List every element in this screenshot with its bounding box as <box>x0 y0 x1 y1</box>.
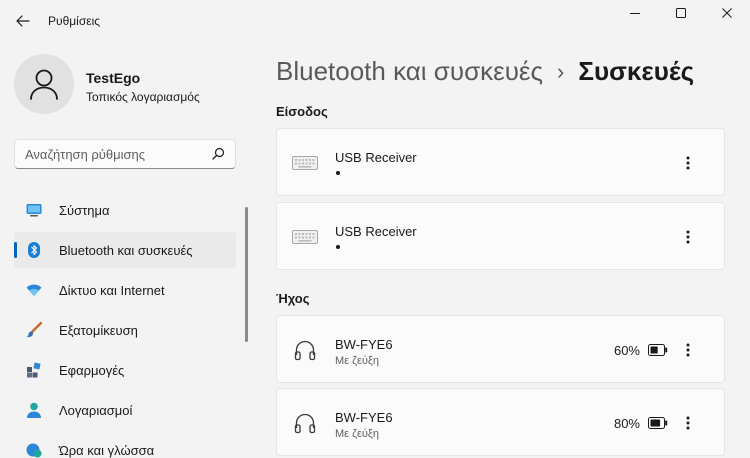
sidebar-item-label: Εφαρμογές <box>59 362 125 378</box>
breadcrumb: Bluetooth και συσκευές › Συσκευές <box>276 56 694 87</box>
sidebar-scrollbar[interactable] <box>245 207 248 342</box>
sidebar-item-accounts[interactable]: Λογαριασμοί <box>14 392 236 428</box>
title-bar: Ρυθμίσεις <box>0 0 750 44</box>
section-title-audio: Ήχος <box>276 291 310 306</box>
active-indicator <box>14 242 17 258</box>
more-options-button[interactable] <box>678 409 698 437</box>
breadcrumb-parent[interactable]: Bluetooth και συσκευές <box>276 56 543 87</box>
breadcrumb-separator: › <box>557 58 565 84</box>
status-dot <box>336 245 340 249</box>
headphones-icon <box>291 409 319 437</box>
close-icon <box>722 8 732 18</box>
more-icon <box>686 343 690 357</box>
battery-icon <box>648 342 668 358</box>
sidebar-item-label: Δίκτυο και Internet <box>59 282 165 298</box>
avatar[interactable] <box>14 54 74 114</box>
search-input[interactable] <box>15 140 205 168</box>
globe-clock-icon <box>26 442 42 458</box>
headphones-icon <box>291 336 319 364</box>
minimize-button[interactable] <box>612 0 658 26</box>
sidebar-item-label: Σύστημα <box>59 202 110 218</box>
more-icon <box>686 156 690 170</box>
sidebar-item-apps[interactable]: Εφαρμογές <box>14 352 236 388</box>
account-type: Τοπικός λογαριασμός <box>86 90 200 104</box>
sidebar-item-label: Εξατομίκευση <box>59 322 138 338</box>
sidebar-item-label: Bluetooth και συσκευές <box>59 242 193 258</box>
battery-percent: 80% <box>613 416 640 431</box>
sidebar-item-system[interactable]: Σύστημα <box>14 192 236 228</box>
device-name: USB Receiver <box>335 150 417 165</box>
sidebar-item-network[interactable]: Δίκτυο και Internet <box>14 272 236 308</box>
maximize-icon <box>676 8 686 18</box>
back-button[interactable] <box>10 8 36 34</box>
keyboard-icon <box>291 223 319 251</box>
device-name: BW-FYE6 <box>335 337 393 352</box>
more-options-button[interactable] <box>678 336 698 364</box>
page-title: Συσκευές <box>578 56 695 86</box>
close-button[interactable] <box>704 0 750 26</box>
battery-icon <box>648 415 668 431</box>
minimize-icon <box>630 13 640 14</box>
sidebar-item-label: Λογαριασμοί <box>59 402 133 418</box>
device-name: USB Receiver <box>335 224 417 239</box>
device-status: Με ζεύξη <box>335 355 379 367</box>
wifi-icon <box>26 282 42 298</box>
sidebar-item-bluetooth[interactable]: Bluetooth και συσκευές <box>14 232 236 268</box>
app-title: Ρυθμίσεις <box>48 14 101 28</box>
status-dot <box>336 171 340 175</box>
section-title-input: Είσοδος <box>276 104 328 119</box>
device-card[interactable]: BW-FYE6 Με ζεύξη 80% <box>276 388 725 456</box>
user-name: TestEgo <box>86 70 141 86</box>
more-icon <box>686 416 690 430</box>
device-name: BW-FYE6 <box>335 410 393 425</box>
sidebar-item-personalization[interactable]: Εξατομίκευση <box>14 312 236 348</box>
keyboard-icon <box>291 149 319 177</box>
bluetooth-icon <box>26 242 42 258</box>
search-icon <box>212 147 225 160</box>
more-icon <box>686 230 690 244</box>
system-icon <box>26 202 42 218</box>
more-options-button[interactable] <box>678 223 698 251</box>
sidebar-nav: Σύστημα Bluetooth και συσκευές Δίκτυο κα… <box>14 192 236 458</box>
sidebar-item-label: Ώρα και γλώσσα <box>59 442 155 458</box>
sidebar-item-time-language[interactable]: Ώρα και γλώσσα <box>14 432 236 458</box>
brush-icon <box>26 322 42 338</box>
device-status: Με ζεύξη <box>335 428 379 440</box>
battery-percent: 60% <box>613 343 640 358</box>
device-card[interactable]: BW-FYE6 Με ζεύξη 60% <box>276 315 725 383</box>
account-icon <box>26 402 42 418</box>
back-arrow-icon <box>16 15 30 27</box>
device-card[interactable]: USB Receiver <box>276 128 725 196</box>
search-box[interactable] <box>14 139 236 169</box>
device-card[interactable]: USB Receiver <box>276 202 725 270</box>
more-options-button[interactable] <box>678 149 698 177</box>
maximize-button[interactable] <box>658 0 704 26</box>
apps-icon <box>26 362 42 378</box>
user-icon <box>30 69 58 100</box>
